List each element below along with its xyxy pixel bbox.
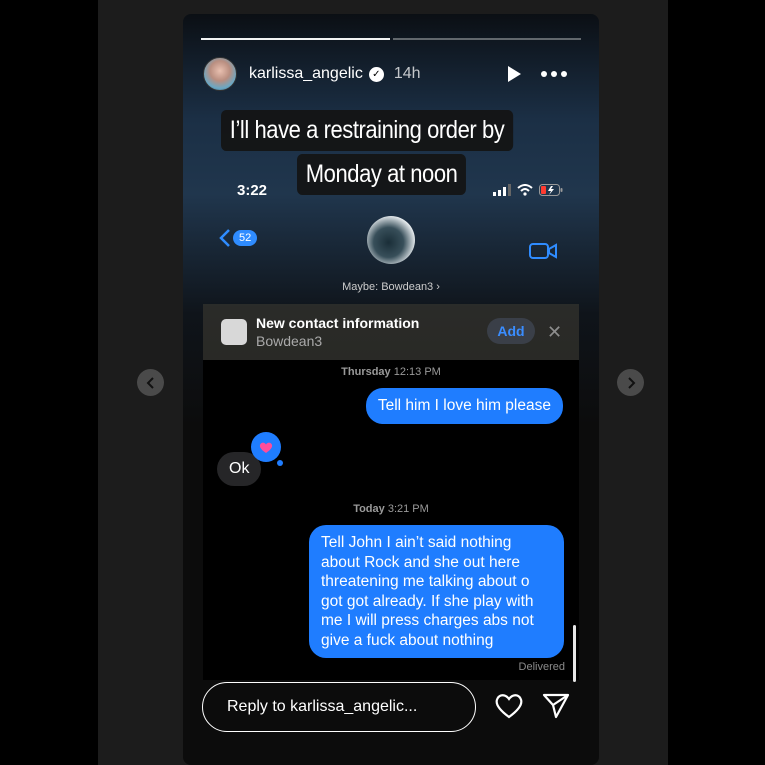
reply-placeholder: Reply to karlissa_angelic... bbox=[227, 698, 418, 715]
close-icon[interactable]: ✕ bbox=[547, 322, 562, 343]
story-time: 14h bbox=[393, 65, 421, 82]
video-call-icon[interactable] bbox=[529, 242, 557, 260]
conversation-header: 52 Maybe: Bowdean3 › bbox=[203, 212, 579, 308]
timestamp: Thursday 12:13 PM bbox=[203, 366, 579, 378]
heart-icon bbox=[259, 442, 273, 453]
battery-icon bbox=[539, 184, 563, 196]
story-header: karlissa_angelic ✓ 14h bbox=[203, 55, 583, 93]
message-line: got got already. If she play with bbox=[321, 592, 534, 610]
play-icon[interactable] bbox=[505, 65, 523, 83]
story-caption-line2: Monday at noon bbox=[297, 154, 467, 195]
message-line: threatening me talking about o bbox=[321, 573, 530, 590]
back-button[interactable]: 52 bbox=[219, 228, 258, 248]
outgoing-message[interactable]: Tell him I love him please bbox=[365, 388, 563, 424]
chevron-left-icon bbox=[219, 229, 230, 247]
message-line: about Rock and she out here bbox=[321, 553, 521, 571]
contact-hint-text: Maybe: Bowdean3 bbox=[342, 281, 434, 293]
timestamp-time: 12:13 PM bbox=[393, 366, 441, 378]
timestamp-time: 3:21 PM bbox=[387, 503, 429, 515]
avatar[interactable] bbox=[203, 57, 237, 91]
new-contact-title: New contact information bbox=[256, 315, 420, 331]
timestamp-day: Today bbox=[353, 503, 385, 515]
contact-hint[interactable]: Maybe: Bowdean3 › bbox=[203, 281, 579, 293]
status-icons bbox=[493, 184, 563, 196]
more-options-button[interactable] bbox=[541, 65, 571, 83]
send-icon[interactable] bbox=[541, 692, 571, 720]
next-story-button[interactable] bbox=[617, 369, 644, 396]
story-caption-line1: I’ll have a restraining order by bbox=[221, 110, 514, 151]
unread-count-badge: 52 bbox=[233, 230, 258, 246]
like-heart-icon[interactable] bbox=[494, 692, 524, 720]
delivery-status: Delivered bbox=[518, 661, 565, 673]
new-contact-name: Bowdean3 bbox=[256, 333, 323, 349]
signal-icon bbox=[493, 184, 511, 196]
story-username[interactable]: karlissa_angelic bbox=[249, 65, 363, 83]
contact-avatar[interactable] bbox=[367, 216, 415, 264]
heart-reaction bbox=[251, 432, 283, 466]
new-contact-banner: New contact information Bowdean3 Add ✕ bbox=[203, 304, 579, 360]
chevron-right-icon bbox=[627, 376, 635, 389]
previous-story-button[interactable] bbox=[137, 369, 164, 396]
phone-clock: 3:22 bbox=[237, 182, 268, 199]
message-line: give a fuck about nothing bbox=[321, 631, 494, 649]
message-line: Tell John I ain’t said nothing bbox=[321, 534, 512, 551]
add-contact-button[interactable]: Add bbox=[487, 318, 535, 344]
wifi-icon bbox=[517, 184, 533, 196]
story-progress bbox=[201, 38, 581, 41]
progress-segment bbox=[201, 38, 390, 40]
progress-segment bbox=[392, 38, 581, 40]
reply-input[interactable]: Reply to karlissa_angelic... bbox=[202, 682, 476, 732]
outgoing-message[interactable]: Tell John I ain’t said nothing about Roc… bbox=[309, 525, 564, 658]
message-thread: Thursday 12:13 PM Tell him I love him pl… bbox=[203, 360, 579, 682]
contacts-app-icon bbox=[221, 319, 247, 345]
story-viewer: karlissa_angelic ✓ 14h I’ll have a restr… bbox=[183, 14, 599, 765]
timestamp-day: Thursday bbox=[341, 366, 391, 378]
timestamp: Today 3:21 PM bbox=[203, 503, 579, 515]
message-line: me I will press charges abs not bbox=[321, 612, 534, 629]
verified-badge-icon: ✓ bbox=[368, 66, 384, 82]
chevron-left-icon bbox=[146, 376, 154, 389]
scrollbar[interactable] bbox=[573, 625, 576, 682]
